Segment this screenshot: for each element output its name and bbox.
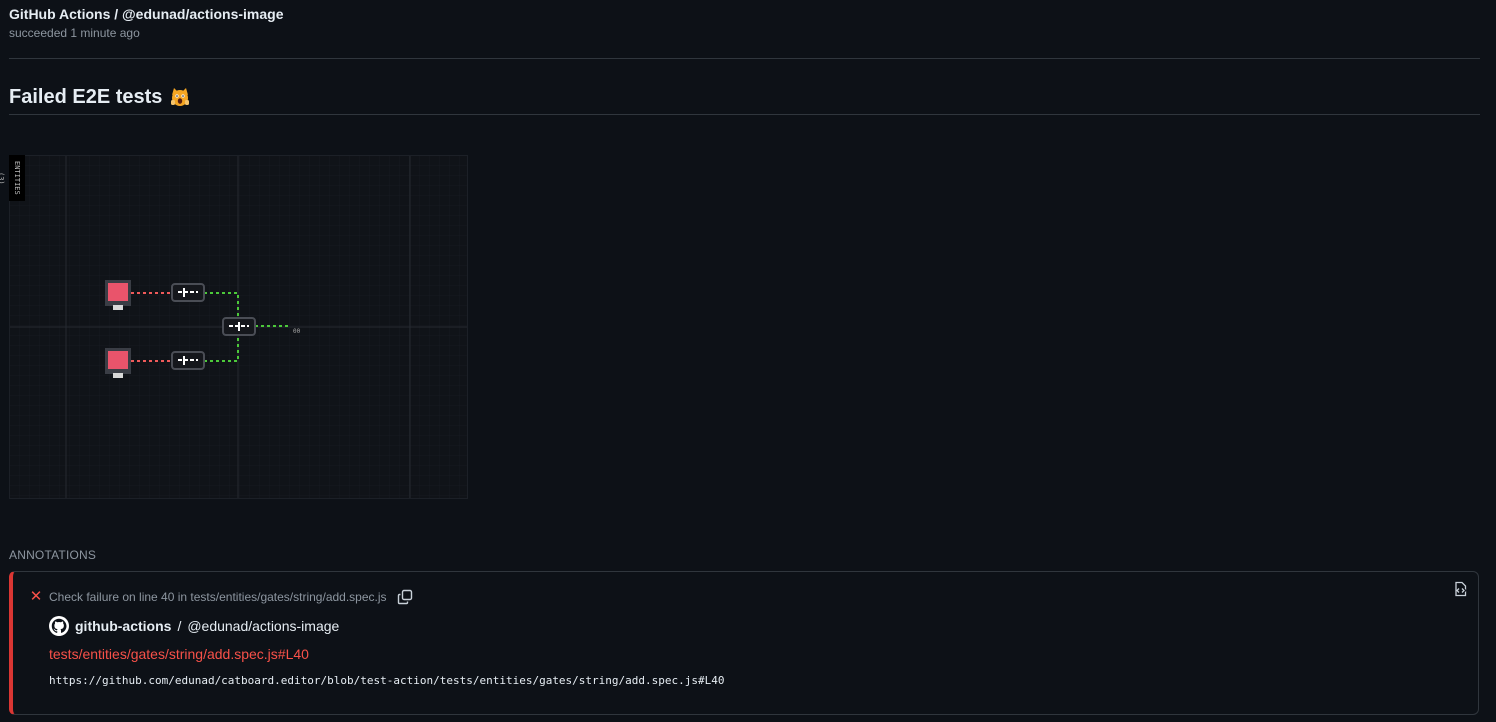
output-label: 00 bbox=[293, 328, 301, 335]
annotation-url: https://github.com/edunad/catboard.edito… bbox=[49, 674, 725, 687]
add-gate-bottom bbox=[171, 351, 205, 370]
summary-heading: Failed E2E tests bbox=[9, 84, 190, 110]
annotation-file-link[interactable]: tests/entities/gates/string/add.spec.js#… bbox=[49, 646, 309, 662]
annotations-heading: ANNOTATIONS bbox=[9, 548, 97, 562]
summary-heading-text: Failed E2E tests bbox=[9, 86, 163, 108]
check-run-page: GitHub Actions / @edunad/actions-image s… bbox=[0, 0, 1496, 722]
entities-tag: ENTITIES (3) bbox=[0, 155, 25, 201]
screaming-cat-icon bbox=[171, 88, 190, 106]
add-gate-top bbox=[171, 283, 205, 302]
circuit-diagram: 00 bbox=[9, 155, 468, 499]
check-status: succeeded 1 minute ago bbox=[9, 26, 140, 40]
annotation-author[interactable]: github-actions bbox=[75, 618, 171, 634]
annotation-card: ✕ Check failure on line 40 in tests/enti… bbox=[9, 571, 1479, 715]
header-divider bbox=[9, 58, 1480, 59]
annotation-title-row: ✕ Check failure on line 40 in tests/enti… bbox=[29, 589, 413, 605]
circuit-image: 00 ENTITIES (3) bbox=[0, 155, 468, 499]
input-node-bottom bbox=[105, 348, 131, 378]
annotation-message: Check failure on line 40 in tests/entiti… bbox=[49, 590, 387, 604]
copy-icon[interactable] bbox=[397, 589, 413, 605]
view-raw-icon[interactable] bbox=[1452, 581, 1468, 597]
check-title[interactable]: GitHub Actions / @edunad/actions-image bbox=[9, 6, 284, 22]
input-node-top bbox=[105, 280, 131, 310]
annotation-author-row: github-actions / @edunad/actions-image bbox=[49, 616, 339, 636]
check-header: GitHub Actions / @edunad/actions-image s… bbox=[9, 6, 284, 40]
failure-x-icon: ✕ bbox=[29, 588, 43, 605]
author-repo-separator: / bbox=[177, 618, 182, 634]
summary-divider bbox=[9, 114, 1480, 115]
add-gate-center bbox=[222, 317, 256, 336]
annotation-repo[interactable]: @edunad/actions-image bbox=[187, 618, 339, 634]
github-logo-icon bbox=[49, 616, 69, 636]
